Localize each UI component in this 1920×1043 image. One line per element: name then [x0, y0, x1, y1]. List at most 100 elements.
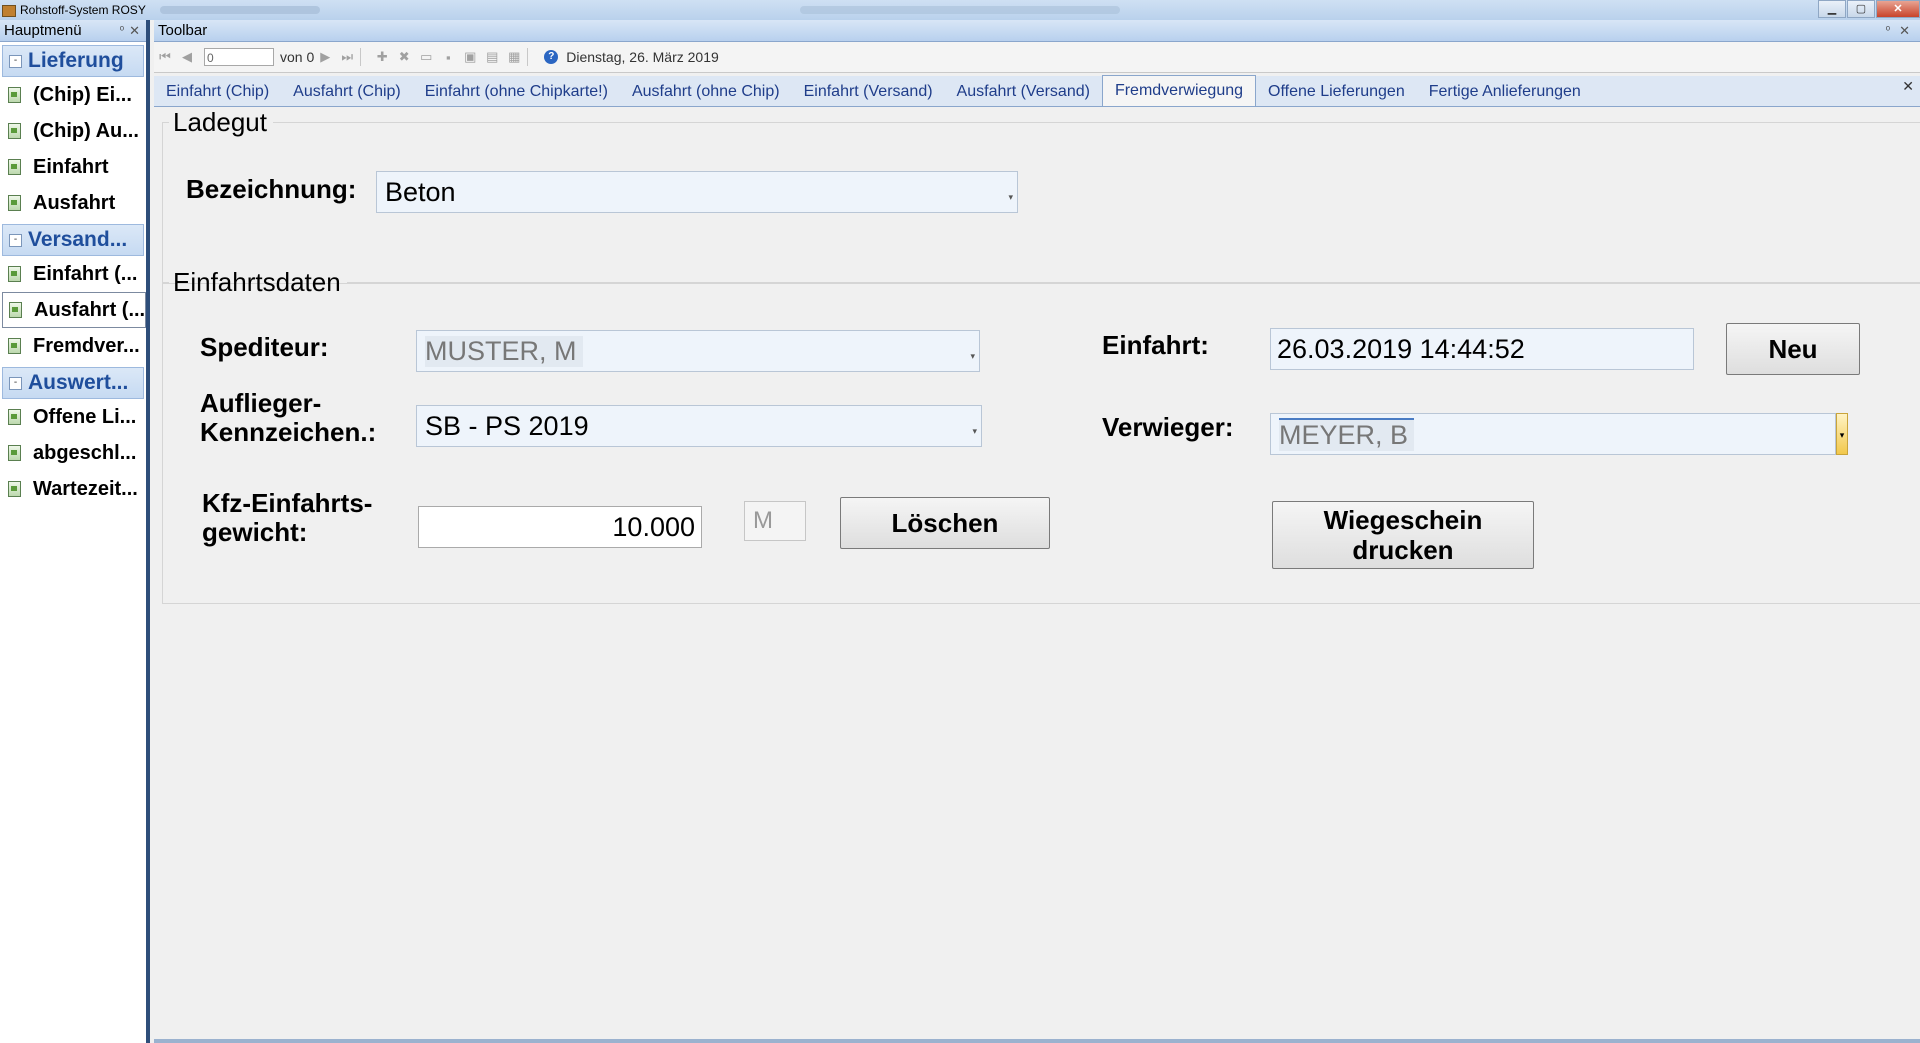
sidebar-item-label: Einfahrt [33, 155, 109, 178]
document-icon [8, 123, 21, 139]
sidebar-item-ausfahrt[interactable]: Ausfahrt [2, 185, 146, 221]
dropdown-arrow-icon[interactable]: ▾ [970, 351, 975, 362]
save-icon[interactable]: ▪ [437, 50, 459, 65]
auflieger-kennzeichen-combo[interactable]: SB - PS 2019 ▾ [416, 405, 982, 447]
document-icon [8, 481, 21, 497]
window-title: Rohstoff-System ROSY [20, 3, 146, 17]
einfahrtsdaten-title: Einfahrtsdaten [173, 267, 341, 297]
collapse-icon[interactable]: - [9, 54, 22, 68]
gewicht-input[interactable]: 10.000 [418, 506, 702, 548]
sidebar-group-lieferung[interactable]: - Lieferung [2, 45, 144, 77]
document-icon [8, 409, 21, 425]
sidebar-group-auswertung[interactable]: - Auswert... [2, 367, 144, 399]
group-label: Versand... [28, 228, 128, 251]
sidebar-header: Hauptmenü ᵒ ✕ [0, 20, 146, 42]
tab-fertige-anlieferungen[interactable]: Fertige Anlieferungen [1417, 78, 1593, 106]
unit-field: M [744, 501, 806, 541]
sidebar-title: Hauptmenü [4, 22, 82, 39]
sidebar-item-label: Ausfahrt (... [34, 298, 146, 321]
sidebar-item-abgeschlossen[interactable]: abgeschl... [2, 435, 146, 471]
position-input[interactable]: 0 [204, 48, 274, 66]
sidebar-item-einfahrt[interactable]: Einfahrt [2, 149, 146, 185]
button-label-line2: drucken [1352, 535, 1454, 565]
document-icon [9, 302, 22, 318]
gewicht-label-line2: gewicht: [202, 517, 308, 547]
blurred-title-area-2 [800, 6, 1120, 14]
sidebar-group-versand[interactable]: - Versand... [2, 224, 144, 256]
prev-icon[interactable]: ◀ [176, 49, 198, 65]
maximize-button[interactable]: ▢ [1847, 0, 1875, 18]
sidebar-item-versand-ausfahrt[interactable]: Ausfahrt (... [2, 292, 146, 328]
einfahrt-datetime-field[interactable]: 26.03.2019 14:44:52 [1270, 328, 1694, 370]
dropdown-arrow-icon[interactable]: ▾ [972, 426, 977, 437]
verwieger-label: Verwieger: [1102, 412, 1234, 442]
sidebar: Hauptmenü ᵒ ✕ - Lieferung (Chip) Ei... (… [0, 20, 150, 1043]
loeschen-button[interactable]: Löschen [840, 497, 1050, 549]
sidebar-item-chip-einfahrt[interactable]: (Chip) Ei... [2, 77, 146, 113]
close-tab-icon[interactable]: ✕ [1902, 78, 1914, 95]
tab-fremdverwiegung[interactable]: Fremdverwiegung [1101, 75, 1257, 106]
minimize-button[interactable]: ▁ [1818, 0, 1846, 18]
pin-icon[interactable]: ᵒ [120, 20, 124, 41]
verwieger-dropdown-button[interactable]: ▾ [1836, 413, 1848, 455]
separator [527, 48, 536, 66]
sidebar-item-versand-einfahrt[interactable]: Einfahrt (... [2, 256, 146, 292]
auflieger-label-line1: Auflieger- [200, 388, 322, 418]
collapse-icon[interactable]: - [9, 233, 22, 247]
auflieger-label-line2: Kennzeichen.: [200, 417, 377, 447]
next-icon[interactable]: ▶ [314, 49, 336, 65]
current-date: Dienstag, 26. März 2019 [566, 49, 719, 65]
document-icon [8, 266, 21, 282]
sidebar-item-fremdverwiegung[interactable]: Fremdver... [2, 328, 146, 364]
sidebar-item-offene-lieferungen[interactable]: Offene Li... [2, 399, 146, 435]
document-icon [8, 445, 21, 461]
document-icon [8, 87, 21, 103]
spediteur-label: Spediteur: [200, 332, 329, 362]
open-icon[interactable]: ▭ [415, 49, 437, 65]
sidebar-item-label: Offene Li... [33, 405, 137, 428]
window-titlebar: Rohstoff-System ROSY ▁ ▢ ✕ [0, 0, 1920, 20]
close-icon[interactable]: ✕ [129, 20, 140, 41]
last-icon[interactable]: ⏭ [336, 49, 358, 65]
sidebar-item-label: (Chip) Au... [33, 119, 139, 142]
einfahrt-label: Einfahrt: [1102, 330, 1209, 360]
tab-ausfahrt-ohne-chip[interactable]: Ausfahrt (ohne Chip) [620, 78, 792, 106]
spediteur-combo[interactable]: MUSTER, M ▾ [416, 330, 980, 372]
tab-offene-lieferungen[interactable]: Offene Lieferungen [1256, 78, 1417, 106]
button-label-line1: Wiegeschein [1323, 505, 1483, 535]
close-icon[interactable]: ✕ [1899, 20, 1910, 41]
verwieger-value: MEYER, B [1279, 417, 1415, 451]
wiegeschein-drucken-button[interactable]: Wiegeschein drucken [1272, 501, 1534, 569]
tab-content: Ladegut Bezeichnung: Beton ▾ Einfahrtsda… [156, 107, 1920, 1043]
preview-icon[interactable]: ▦ [503, 49, 525, 65]
sidebar-item-chip-ausfahrt[interactable]: (Chip) Au... [2, 113, 146, 149]
pin-icon[interactable]: ᵒ [1886, 20, 1890, 41]
toolbar-header: Toolbar ᵒ ✕ [154, 20, 1920, 42]
close-button[interactable]: ✕ [1876, 0, 1920, 18]
verwieger-combo[interactable]: MEYER, B [1270, 413, 1836, 455]
dropdown-arrow-icon[interactable]: ▾ [1008, 192, 1013, 203]
spediteur-value: MUSTER, M [425, 335, 583, 367]
tab-ausfahrt-versand[interactable]: Ausfahrt (Versand) [945, 78, 1102, 106]
document-icon [8, 159, 21, 175]
bezeichnung-combo[interactable]: Beton ▾ [376, 171, 1018, 213]
delete-icon[interactable]: ✖ [393, 49, 415, 65]
sidebar-item-label: Einfahrt (... [33, 262, 138, 285]
print-icon[interactable]: ▤ [481, 49, 503, 65]
tab-ausfahrt-chip[interactable]: Ausfahrt (Chip) [281, 78, 413, 106]
add-icon[interactable]: ✚ [371, 49, 393, 65]
first-icon[interactable]: ⏮ [154, 49, 176, 65]
tab-einfahrt-ohne-chipkarte[interactable]: Einfahrt (ohne Chipkarte!) [413, 78, 620, 106]
gewicht-label-line1: Kfz-Einfahrts- [202, 488, 373, 518]
tab-einfahrt-chip[interactable]: Einfahrt (Chip) [154, 78, 281, 106]
collapse-icon[interactable]: - [9, 376, 22, 390]
window-buttons: ▁ ▢ ✕ [1817, 0, 1920, 18]
neu-button[interactable]: Neu [1726, 323, 1860, 375]
sidebar-item-wartezeit[interactable]: Wartezeit... [2, 471, 146, 507]
info-icon[interactable]: ? [544, 50, 559, 64]
save-all-icon[interactable]: ▣ [459, 49, 481, 65]
sidebar-item-label: Ausfahrt [33, 191, 116, 214]
document-icon [8, 195, 21, 211]
sidebar-item-label: abgeschl... [33, 441, 137, 464]
tab-einfahrt-versand[interactable]: Einfahrt (Versand) [792, 78, 945, 106]
